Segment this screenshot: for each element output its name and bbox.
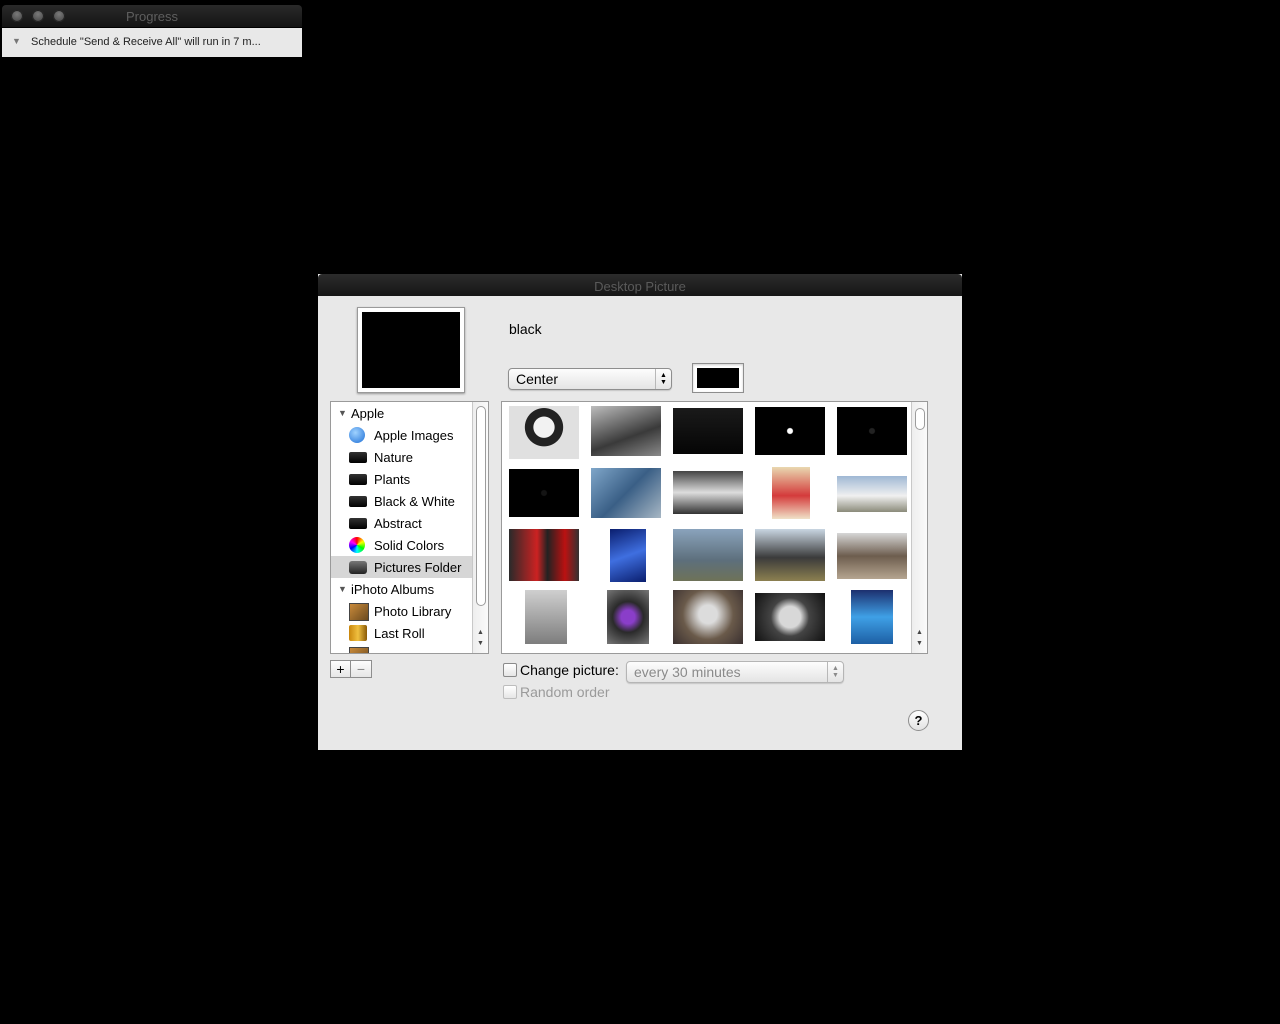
scroll-thumb[interactable] [915,408,925,430]
change-interval-value: every 30 minutes [634,664,741,680]
picture-thumbnail[interactable] [509,406,579,459]
picture-thumbnail[interactable] [525,590,567,644]
last-roll-icon [349,625,367,641]
desktop-picture-window: Desktop Picture black Center ▲ ▼ ▼ Apple … [318,274,962,750]
picture-thumbnail[interactable] [755,529,825,581]
picture-thumbnail[interactable] [837,533,907,579]
add-button[interactable]: + [330,660,351,678]
progress-titlebar[interactable]: Progress [2,5,302,28]
random-order-label: Random order [520,684,610,700]
folder-icon [349,474,367,485]
picture-thumbnail[interactable] [607,590,649,644]
progress-title: Progress [125,9,179,24]
popup-arrows-icon: ▲ ▼ [655,369,671,389]
change-picture-checkbox[interactable] [503,663,517,677]
picture-thumbnail[interactable] [673,408,743,454]
remove-button[interactable]: − [351,660,372,678]
picture-thumbnail[interactable] [673,590,743,644]
picture-grid-scrollbar[interactable]: ▲ ▼ [911,402,927,653]
picture-thumbnail[interactable] [851,590,893,644]
position-popup[interactable]: Center ▲ ▼ [508,368,672,390]
album-icon [349,647,369,653]
pictures-folder-icon [349,561,367,574]
picture-thumbnail[interactable] [755,593,825,641]
sidebar-item-partial[interactable] [331,644,472,653]
sidebar-item-label: Solid Colors [374,538,445,553]
progress-body: ▼ Schedule "Send & Receive All" will run… [2,28,302,57]
progress-window: Progress ▼ Schedule "Send & Receive All"… [2,5,302,57]
source-group-label: iPhoto Albums [351,582,435,597]
picture-name: black [509,321,542,337]
source-list: ▼ Apple Apple Images Nature Plants Black… [330,401,489,654]
scroll-arrows-icon[interactable]: ▲ ▼ [912,627,927,653]
photo-library-icon [349,603,369,621]
sidebar-item-nature[interactable]: Nature [331,446,472,468]
source-list-scrollbar[interactable]: ▲ ▼ [472,402,488,653]
sidebar-item-solid-colors[interactable]: Solid Colors [331,534,472,556]
folder-icon [349,452,367,463]
picture-thumbnail[interactable] [509,469,579,517]
window-title: Desktop Picture [594,279,686,294]
sidebar-item-label: Photo Library [374,604,452,619]
scroll-thumb[interactable] [476,406,486,606]
sidebar-item-plants[interactable]: Plants [331,468,472,490]
source-group-iphoto-albums[interactable]: ▼ iPhoto Albums [331,578,472,600]
sidebar-item-abstract[interactable]: Abstract [331,512,472,534]
picture-thumbnail[interactable] [755,407,825,455]
picture-grid: ▲ ▼ [501,401,928,654]
picture-thumbnail[interactable] [772,467,810,519]
scroll-arrows-icon[interactable]: ▲ ▼ [473,627,488,653]
sidebar-item-label: Black & White [374,494,455,509]
sidebar-item-label: Pictures Folder [374,560,462,575]
random-order-checkbox[interactable] [503,685,517,699]
source-group-apple[interactable]: ▼ Apple [331,402,472,424]
help-button[interactable]: ? [908,710,929,731]
picture-thumbnail[interactable] [837,476,907,512]
disclosure-triangle-icon[interactable]: ▼ [12,36,21,46]
disclosure-triangle-icon[interactable]: ▼ [338,584,347,594]
color-wheel-icon [349,537,365,553]
picture-thumbnail[interactable] [673,471,743,514]
sidebar-item-label: Last Roll [374,626,425,641]
change-interval-popup[interactable]: every 30 minutes ▲ ▼ [626,661,844,683]
folder-icon [349,518,367,529]
picture-thumbnail[interactable] [673,529,743,581]
sidebar-item-apple-images[interactable]: Apple Images [331,424,472,446]
current-picture-preview[interactable] [357,307,465,393]
sidebar-item-label: Abstract [374,516,422,531]
sidebar-item-label: Nature [374,450,414,465]
folder-icon [349,496,367,507]
progress-message: Schedule "Send & Receive All" will run i… [31,36,261,48]
sidebar-item-label: Apple Images [374,428,454,443]
add-remove-buttons: + − [330,660,372,678]
popup-arrows-icon: ▲ ▼ [827,662,843,682]
apple-images-icon [349,427,365,443]
position-popup-value: Center [516,371,559,387]
picture-thumbnail[interactable] [509,529,579,581]
desktop-picture-titlebar[interactable]: Desktop Picture [318,274,962,296]
sidebar-item-pictures-folder[interactable]: Pictures Folder [331,556,472,578]
sidebar-item-black-white[interactable]: Black & White [331,490,472,512]
picture-thumbnail[interactable] [837,407,907,455]
sidebar-item-label: Plants [374,472,411,487]
sidebar-item-last-roll[interactable]: Last Roll [331,622,472,644]
change-picture-label: Change picture: [520,662,619,678]
disclosure-triangle-icon[interactable]: ▼ [338,408,347,418]
color-well-swatch [697,368,739,388]
sidebar-item-photo-library[interactable]: Photo Library [331,600,472,622]
picture-thumbnail[interactable] [610,529,646,582]
picture-thumbnail[interactable] [591,468,661,518]
preview-image [362,312,460,388]
source-group-label: Apple [351,406,385,421]
color-well[interactable] [692,363,744,393]
picture-thumbnail[interactable] [591,406,661,456]
